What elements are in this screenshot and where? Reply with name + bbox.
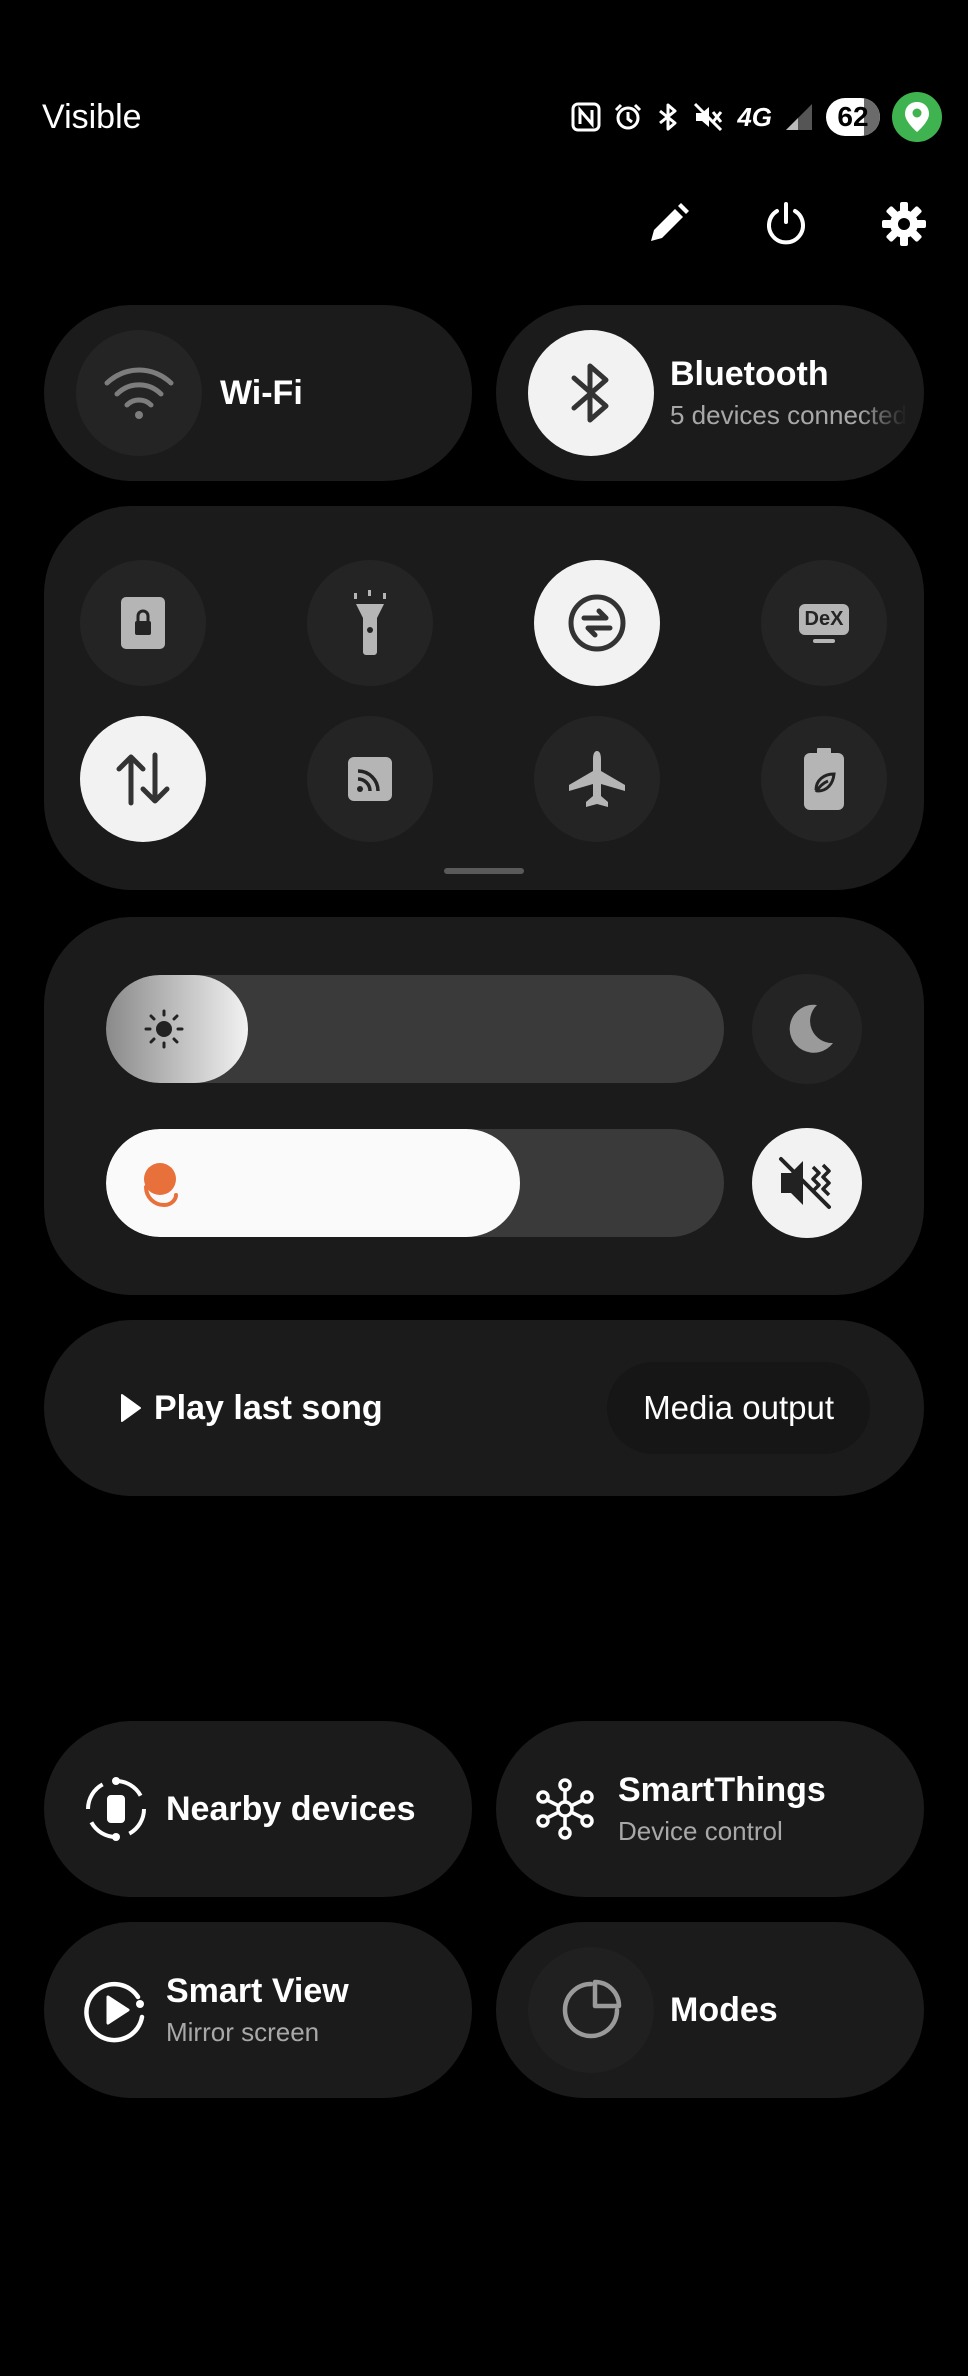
dex-tile[interactable]: DeX bbox=[761, 560, 887, 686]
battery-icon: 62 bbox=[826, 98, 880, 136]
modes-tile[interactable]: Modes bbox=[496, 1922, 924, 2098]
signal-icon bbox=[784, 102, 814, 132]
lock-screen-icon bbox=[121, 597, 165, 649]
sliders-panel bbox=[44, 917, 924, 1295]
location-icon bbox=[892, 92, 942, 142]
auto-rotate-tile[interactable] bbox=[534, 560, 660, 686]
smartthings-subtitle: Device control bbox=[618, 1816, 783, 1846]
modes-toggle[interactable] bbox=[528, 1947, 654, 2073]
airplane-icon bbox=[569, 751, 625, 807]
smartthings-icon bbox=[536, 1778, 594, 1840]
mute-icon bbox=[693, 102, 725, 132]
flashlight-tile[interactable] bbox=[307, 560, 433, 686]
sound-mode-button[interactable] bbox=[752, 1128, 862, 1238]
modes-label: Modes bbox=[670, 1990, 778, 2029]
nearby-devices-icon bbox=[86, 1777, 146, 1841]
cast-icon bbox=[348, 757, 392, 801]
play-last-song-label: Play last song bbox=[154, 1388, 383, 1427]
nearby-devices-label: Nearby devices bbox=[166, 1789, 416, 1828]
airplane-mode-tile[interactable] bbox=[534, 716, 660, 842]
moon-icon bbox=[789, 1004, 833, 1053]
wifi-tile[interactable]: Wi-Fi bbox=[44, 305, 472, 481]
mobile-data-icon bbox=[116, 752, 170, 806]
bluetooth-tile[interactable]: Bluetooth 5 devices connected bbox=[496, 305, 924, 481]
media-output-label: Media output bbox=[643, 1389, 834, 1426]
smart-view-tile[interactable]: Smart View Mirror screen bbox=[44, 1922, 472, 2098]
quick-tiles-panel: DeX bbox=[44, 506, 924, 890]
alarm-icon bbox=[613, 102, 643, 132]
brightness-slider[interactable] bbox=[106, 975, 724, 1083]
auto-rotate-icon bbox=[568, 594, 626, 652]
media-panel: Play last song Media output bbox=[44, 1320, 924, 1496]
volume-slider[interactable] bbox=[106, 1129, 724, 1237]
top-actions bbox=[642, 198, 930, 250]
lock-screen-tile[interactable] bbox=[80, 560, 206, 686]
night-mode-button[interactable] bbox=[752, 974, 862, 1084]
edit-icon[interactable] bbox=[642, 198, 694, 250]
power-saving-tile[interactable] bbox=[761, 716, 887, 842]
wifi-toggle[interactable] bbox=[76, 330, 202, 456]
power-icon[interactable] bbox=[760, 198, 812, 250]
smart-view-icon bbox=[84, 1981, 145, 2043]
nearby-devices-tile[interactable]: Nearby devices bbox=[44, 1721, 472, 1897]
settings-icon[interactable] bbox=[878, 198, 930, 250]
modes-icon bbox=[562, 1979, 622, 2039]
wifi-icon bbox=[104, 367, 174, 419]
play-icon bbox=[121, 1394, 141, 1422]
cast-tile[interactable] bbox=[307, 716, 433, 842]
network-4g-icon: 4G bbox=[737, 101, 772, 132]
carrier-name: Visible bbox=[42, 98, 142, 136]
smart-view-label: Smart View bbox=[166, 1972, 349, 2010]
smartthings-label: SmartThings bbox=[618, 1771, 826, 1809]
bluetooth-tile-icon bbox=[571, 363, 609, 423]
media-output-button[interactable]: Media output bbox=[607, 1362, 870, 1454]
smartthings-tile[interactable]: SmartThings Device control bbox=[496, 1721, 924, 1897]
earbud-icon bbox=[144, 1163, 178, 1207]
dex-icon: DeX bbox=[798, 603, 850, 643]
mobile-data-tile[interactable] bbox=[80, 716, 206, 842]
smart-view-subtitle: Mirror screen bbox=[166, 2017, 320, 2047]
bluetooth-icon bbox=[655, 102, 681, 132]
wifi-label: Wi-Fi bbox=[220, 373, 303, 412]
flashlight-icon bbox=[354, 590, 386, 655]
panel-expand-handle[interactable] bbox=[444, 868, 524, 874]
status-icons: 4G 62 bbox=[571, 92, 942, 142]
brightness-icon bbox=[144, 1009, 184, 1049]
bluetooth-subtitle: 5 devices connected bbox=[670, 400, 908, 430]
bluetooth-toggle[interactable] bbox=[528, 330, 654, 456]
mute-vibrate-icon bbox=[779, 1157, 831, 1209]
nfc-icon bbox=[571, 102, 601, 132]
bluetooth-label: Bluetooth bbox=[670, 355, 829, 393]
play-last-song-button[interactable]: Play last song bbox=[120, 1389, 383, 1428]
power-saving-icon bbox=[804, 748, 844, 810]
